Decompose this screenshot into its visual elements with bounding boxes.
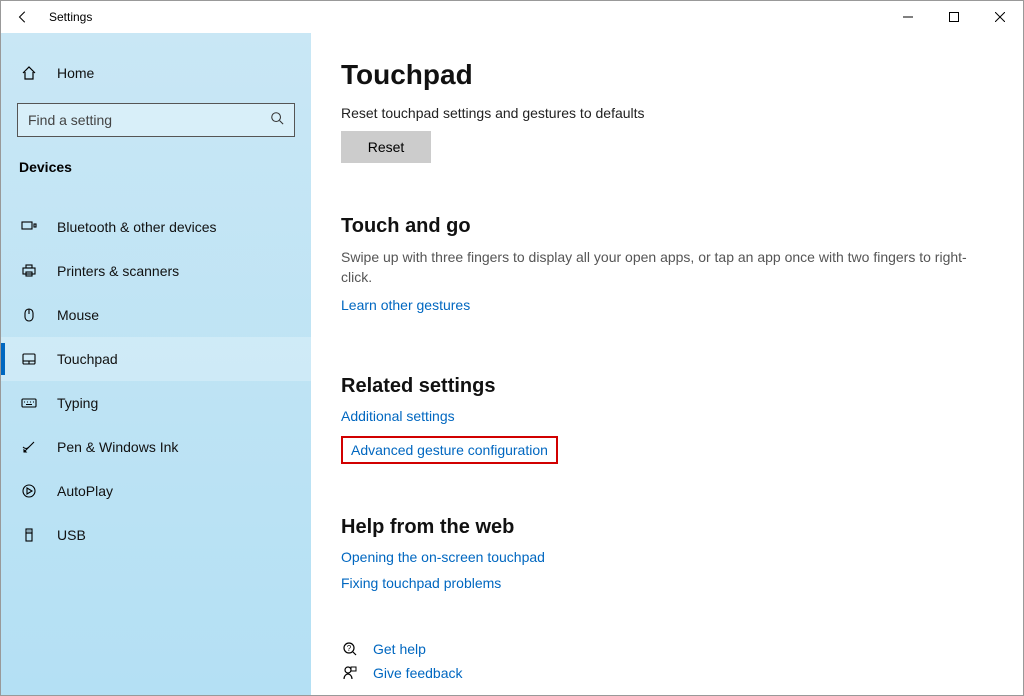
minimize-button[interactable] xyxy=(885,1,931,33)
sidebar-item-label: Pen & Windows Ink xyxy=(57,439,178,455)
link-get-help[interactable]: Get help xyxy=(373,641,426,657)
section-heading: Touch and go xyxy=(341,215,993,238)
sidebar-item-label: Home xyxy=(57,65,94,81)
section-body: Swipe up with three fingers to display a… xyxy=(341,248,993,287)
back-button[interactable] xyxy=(1,1,45,33)
printer-icon xyxy=(19,263,39,279)
sidebar-item-label: AutoPlay xyxy=(57,483,113,499)
usb-icon xyxy=(19,527,39,543)
sidebar-item-home[interactable]: Home xyxy=(1,51,311,95)
page-title: Touchpad xyxy=(341,59,993,91)
home-icon xyxy=(19,65,39,81)
close-button[interactable] xyxy=(977,1,1023,33)
give-feedback-row[interactable]: Give feedback xyxy=(341,665,993,681)
content-area: Touchpad Reset touchpad settings and ges… xyxy=(311,33,1023,695)
close-icon xyxy=(995,12,1005,22)
sidebar-item-label: Touchpad xyxy=(57,351,118,367)
link-advanced-gesture[interactable]: Advanced gesture configuration xyxy=(351,442,548,458)
bluetooth-icon xyxy=(19,219,39,235)
sidebar-item-label: Bluetooth & other devices xyxy=(57,219,217,235)
section-heading: Help from the web xyxy=(341,516,993,539)
window-title: Settings xyxy=(49,10,92,24)
autoplay-icon xyxy=(19,483,39,499)
sidebar-item-typing[interactable]: Typing xyxy=(1,381,311,425)
sidebar-category: Devices xyxy=(1,149,311,193)
sidebar-item-label: Mouse xyxy=(57,307,99,323)
touchpad-icon xyxy=(19,351,39,367)
link-additional-settings[interactable]: Additional settings xyxy=(341,408,455,424)
link-onscreen-touchpad[interactable]: Opening the on-screen touchpad xyxy=(341,549,545,565)
sidebar-item-label: USB xyxy=(57,527,86,543)
sidebar: Home Devices Bluetooth & other devices P… xyxy=(1,33,311,695)
reset-description: Reset touchpad settings and gestures to … xyxy=(341,105,993,121)
search-box[interactable] xyxy=(17,103,295,137)
maximize-icon xyxy=(949,12,959,22)
section-help-web: Help from the web Opening the on-screen … xyxy=(341,516,993,601)
section-footer-links: ? Get help Give feedback xyxy=(341,641,993,681)
sidebar-item-pen[interactable]: Pen & Windows Ink xyxy=(1,425,311,469)
search-container xyxy=(17,103,295,137)
minimize-icon xyxy=(903,12,913,22)
keyboard-icon xyxy=(19,395,39,411)
section-touch-and-go: Touch and go Swipe up with three fingers… xyxy=(341,215,993,323)
search-icon xyxy=(270,111,284,130)
link-learn-gestures[interactable]: Learn other gestures xyxy=(341,297,470,313)
sidebar-item-usb[interactable]: USB xyxy=(1,513,311,557)
sidebar-item-bluetooth[interactable]: Bluetooth & other devices xyxy=(1,205,311,249)
help-icon: ? xyxy=(341,641,359,657)
sidebar-item-touchpad[interactable]: Touchpad xyxy=(1,337,311,381)
search-input[interactable] xyxy=(28,112,270,128)
highlighted-link-box: Advanced gesture configuration xyxy=(341,436,558,464)
arrow-left-icon xyxy=(16,10,30,24)
link-give-feedback[interactable]: Give feedback xyxy=(373,665,463,681)
sidebar-item-autoplay[interactable]: AutoPlay xyxy=(1,469,311,513)
pen-icon xyxy=(19,439,39,455)
get-help-row[interactable]: ? Get help xyxy=(341,641,993,657)
mouse-icon xyxy=(19,307,39,323)
link-fix-touchpad[interactable]: Fixing touchpad problems xyxy=(341,575,501,591)
maximize-button[interactable] xyxy=(931,1,977,33)
sidebar-item-mouse[interactable]: Mouse xyxy=(1,293,311,337)
titlebar: Settings xyxy=(1,1,1023,33)
section-heading: Related settings xyxy=(341,375,993,398)
sidebar-item-label: Typing xyxy=(57,395,98,411)
sidebar-item-label: Printers & scanners xyxy=(57,263,179,279)
section-related: Related settings Additional settings Adv… xyxy=(341,375,993,464)
sidebar-item-printers[interactable]: Printers & scanners xyxy=(1,249,311,293)
reset-button[interactable]: Reset xyxy=(341,131,431,163)
svg-text:?: ? xyxy=(347,644,352,653)
feedback-icon xyxy=(341,665,359,681)
